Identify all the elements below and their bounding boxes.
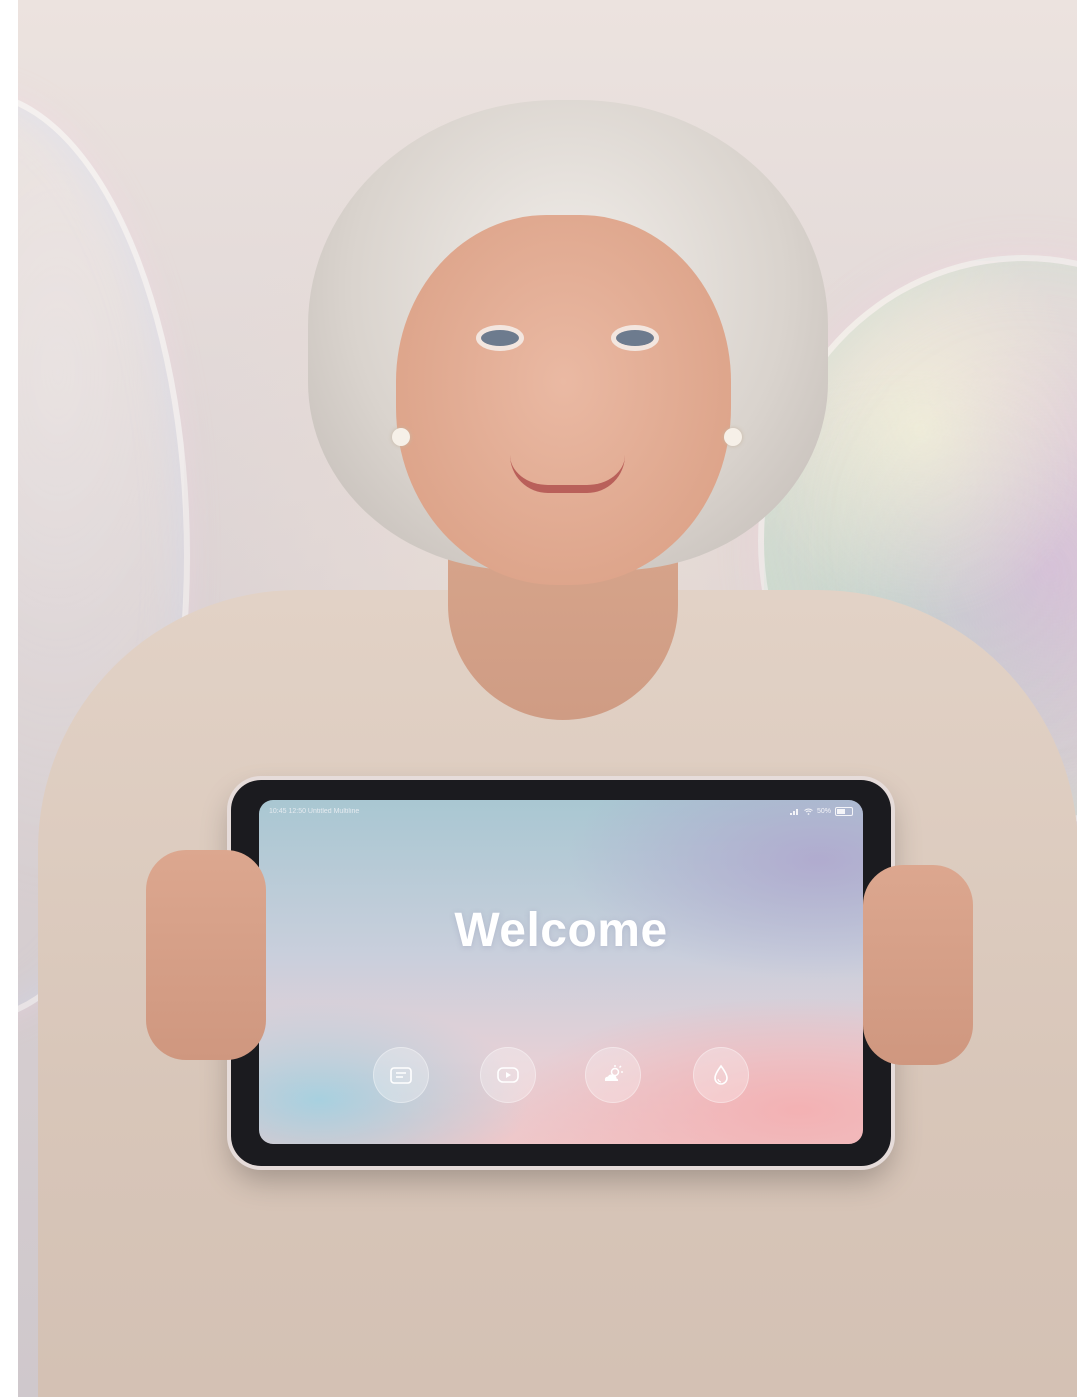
battery-icon <box>835 807 853 816</box>
drop-button[interactable] <box>693 1047 749 1103</box>
play-button[interactable] <box>480 1047 536 1103</box>
battery-fill <box>837 809 845 814</box>
right-hand <box>863 865 973 1065</box>
weather-sun-cloud-icon <box>604 1065 623 1081</box>
drop-icon <box>714 1064 728 1085</box>
battery-percent: 50% <box>816 808 831 815</box>
right-eye <box>616 330 654 346</box>
signal-icon <box>789 809 798 815</box>
status-bar-indicators: 50% <box>789 807 853 816</box>
status-bar: 10:45 12:50 Untitled Multiline 50% <box>269 806 853 820</box>
tablet-screen: 10:45 12:50 Untitled Multiline 50% Welco… <box>259 800 863 1144</box>
menu-card-button[interactable] <box>373 1047 429 1103</box>
weather-button[interactable] <box>585 1047 641 1103</box>
photo-background: 10:45 12:50 Untitled Multiline 50% Welco… <box>18 0 1077 1397</box>
left-eye <box>481 330 519 346</box>
menu-card-icon <box>390 1067 412 1084</box>
woman-face <box>396 215 731 585</box>
welcome-title: Welcome <box>454 904 668 957</box>
app-icon-row <box>259 1047 863 1103</box>
tablet-device: 10:45 12:50 Untitled Multiline 50% Welco… <box>231 780 891 1166</box>
status-bar-text: 10:45 12:50 Untitled Multiline <box>269 808 360 815</box>
play-icon <box>497 1067 519 1083</box>
earring-left <box>392 428 410 446</box>
wifi-icon <box>804 808 813 815</box>
left-hand <box>146 850 266 1060</box>
earring-right <box>724 428 742 446</box>
